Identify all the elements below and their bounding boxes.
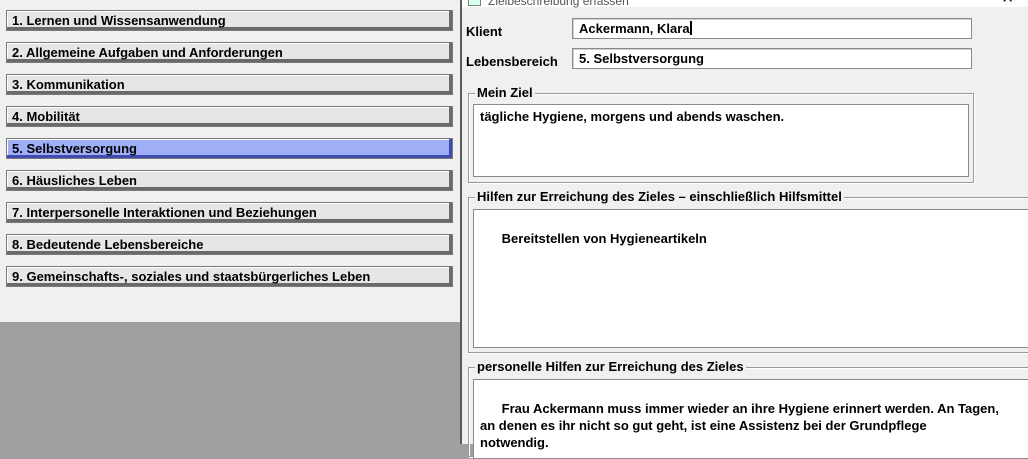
- category-button-4[interactable]: 4. Mobilität: [6, 106, 453, 127]
- close-icon[interactable]: ✕: [1001, 0, 1014, 6]
- category-button-2[interactable]: 2. Allgemeine Aufgaben und Anforderungen: [6, 42, 453, 63]
- hilfen-textarea[interactable]: Bereitstellen von Hygieneartikeln ▲ ▼: [473, 209, 1028, 348]
- hilfen-legend: Hilfen zur Erreichung des Zieles – einsc…: [475, 189, 844, 205]
- klient-input[interactable]: Ackermann, Klara: [572, 18, 972, 39]
- personelle-text: Frau Ackermann muss immer wieder an ihre…: [480, 401, 999, 450]
- category-panel: 1. Lernen und Wissensanwendung 2. Allgem…: [0, 0, 461, 322]
- category-button-5[interactable]: 5. Selbstversorgung: [6, 138, 453, 159]
- window-icon: [468, 0, 481, 6]
- text-caret: [689, 21, 692, 35]
- category-button-8[interactable]: 8. Bedeutende Lebensbereiche: [6, 234, 453, 255]
- dialog-titlebar[interactable]: Zielbeschreibung erfassen ✕: [462, 0, 1028, 8]
- lebensbereich-label: Lebensbereich: [466, 54, 558, 69]
- goal-dialog: Zielbeschreibung erfassen ✕ Klient Acker…: [460, 0, 1028, 459]
- category-button-7[interactable]: 7. Interpersonelle Interaktionen und Bez…: [6, 202, 453, 223]
- personelle-legend: personelle Hilfen zur Erreichung des Zie…: [475, 359, 746, 375]
- category-button-1[interactable]: 1. Lernen und Wissensanwendung: [6, 10, 453, 31]
- hilfen-text: Bereitstellen von Hygieneartikeln: [501, 231, 707, 246]
- hilfen-group: Hilfen zur Erreichung des Zieles – einsc…: [468, 189, 1028, 353]
- category-button-9[interactable]: 9. Gemeinschafts-, soziales und staatsbü…: [6, 266, 453, 287]
- mein-ziel-legend: Mein Ziel: [475, 85, 535, 101]
- personelle-textarea[interactable]: Frau Ackermann muss immer wieder an ihre…: [473, 379, 1028, 459]
- category-button-3[interactable]: 3. Kommunikation: [6, 74, 453, 95]
- category-button-6[interactable]: 6. Häusliches Leben: [6, 170, 453, 191]
- klient-label: Klient: [466, 24, 503, 39]
- klient-value: Ackermann, Klara: [579, 21, 690, 36]
- dialog-title: Zielbeschreibung erfassen: [488, 0, 629, 8]
- mein-ziel-textarea[interactable]: tägliche Hygiene, morgens und abends was…: [473, 104, 969, 177]
- lebensbereich-input[interactable]: 5. Selbstversorgung: [572, 48, 972, 69]
- mein-ziel-group: Mein Ziel tägliche Hygiene, morgens und …: [468, 85, 974, 183]
